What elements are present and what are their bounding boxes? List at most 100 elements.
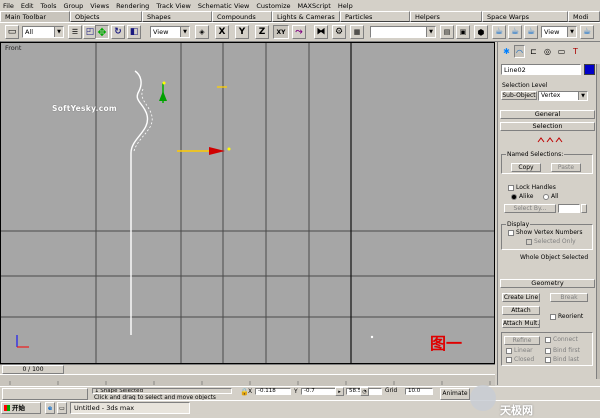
geometry-rollout[interactable]: Geometry	[500, 279, 595, 288]
render-scene-button[interactable]: ☕	[492, 25, 506, 39]
menu-maxscript[interactable]: MAXScript	[298, 2, 331, 10]
track-view-button[interactable]: ▤	[440, 25, 454, 39]
alike-label: Alike	[519, 193, 534, 200]
bind-first-checkbox[interactable]	[545, 348, 551, 354]
menu-customize[interactable]: Customize	[256, 2, 290, 10]
copy-button[interactable]: Copy	[511, 163, 541, 172]
motion-panel-icon[interactable]: ◎	[542, 45, 553, 58]
selection-rollout[interactable]: Selection	[500, 122, 595, 131]
select-by-button[interactable]: Select By...	[504, 204, 556, 213]
active-shade-button[interactable]: ☕	[580, 25, 594, 39]
render-viewport-dropdown[interactable]: View ▼	[541, 26, 577, 38]
alike-radio[interactable]	[511, 194, 517, 200]
menu-rendering[interactable]: Rendering	[116, 2, 149, 10]
taskbar-task-3dsmax[interactable]: Untitled - 3ds max	[70, 402, 190, 414]
menu-views[interactable]: Views	[90, 2, 109, 10]
all-radio[interactable]	[543, 194, 549, 200]
reference-coordinate-dropdown[interactable]: View ▼	[150, 26, 190, 38]
break-button[interactable]: Break	[550, 293, 588, 302]
quick-render-button[interactable]: ☕	[508, 25, 522, 39]
all-label: All	[551, 193, 559, 200]
pivot-center-button[interactable]: ◈	[195, 25, 209, 39]
tab-modifiers[interactable]: Modi	[568, 11, 600, 22]
sub-object-dropdown[interactable]: Vertex ▼	[538, 91, 588, 101]
quick-launch-desktop-button[interactable]: ▭	[57, 402, 67, 414]
align-button[interactable]: ⚙	[332, 25, 346, 39]
show-vertex-numbers-checkbox[interactable]	[508, 230, 514, 236]
select-and-rotate-button[interactable]: ↻	[111, 25, 125, 39]
object-color-swatch[interactable]	[584, 64, 595, 75]
animate-button[interactable]: Animate	[440, 388, 470, 400]
utilities-panel-icon[interactable]: T	[570, 45, 581, 58]
axis-z-button[interactable]: Z	[255, 25, 269, 39]
selected-only-checkbox[interactable]	[526, 239, 532, 245]
spinner-button[interactable]	[581, 204, 587, 213]
linear-checkbox[interactable]	[506, 348, 512, 354]
select-and-move-button[interactable]: ✥	[95, 25, 109, 39]
bind-last-checkbox[interactable]	[545, 357, 551, 363]
select-and-scale-button[interactable]: ◧	[127, 25, 141, 39]
menu-track-view[interactable]: Track View	[156, 2, 191, 10]
tab-lights-cameras[interactable]: Lights & Cameras	[272, 11, 340, 22]
create-line-button[interactable]: Create Line	[502, 293, 540, 302]
connect-checkbox[interactable]	[545, 337, 551, 343]
select-by-name-button[interactable]: ☰	[68, 25, 82, 39]
array-button[interactable]: ▦	[350, 25, 364, 39]
link-button[interactable]: ⤳	[292, 25, 306, 39]
quick-launch-ie-button[interactable]: e	[45, 402, 55, 414]
schematic-view-button[interactable]: ▣	[456, 25, 470, 39]
attach-mult-button[interactable]: Attach Mult.	[502, 319, 540, 328]
tab-particles[interactable]: Particles	[340, 11, 410, 22]
axis-y-button[interactable]: Y	[235, 25, 249, 39]
tab-main-toolbar[interactable]: Main Toolbar	[0, 11, 70, 22]
mirror-button[interactable]: ⧓	[314, 25, 328, 39]
closed-checkbox[interactable]	[506, 357, 512, 363]
hierarchy-panel-icon[interactable]: ⊏	[528, 45, 539, 58]
grid-spacing-field[interactable]: 10.0	[405, 388, 433, 395]
select-object-button[interactable]: ▭	[5, 25, 19, 39]
display-panel-icon[interactable]: ▭	[556, 45, 567, 58]
x-coordinate-field[interactable]: -0.118	[255, 388, 291, 395]
start-button[interactable]: 开始	[1, 402, 41, 414]
y-coordinate-field[interactable]: -0.7	[301, 388, 337, 395]
reorient-checkbox[interactable]	[550, 314, 556, 320]
general-rollout[interactable]: General	[500, 110, 595, 119]
menu-help[interactable]: Help	[338, 2, 353, 10]
track-bar[interactable]	[0, 374, 495, 386]
snap-toggle-button[interactable]: ▸	[335, 387, 344, 396]
time-slider[interactable]: 0 / 100	[0, 364, 495, 374]
modify-panel-icon[interactable]: ◠	[514, 45, 525, 58]
menu-tools[interactable]: Tools	[40, 2, 56, 10]
paste-button[interactable]: Paste	[551, 163, 581, 172]
tab-shapes[interactable]: Shapes	[142, 11, 212, 22]
object-name-field[interactable]: Line02	[501, 64, 581, 75]
menu-file[interactable]: File	[3, 2, 14, 10]
axis-xy-button[interactable]: XY	[273, 25, 289, 39]
create-panel-icon[interactable]: ✱	[501, 45, 512, 58]
viewport-label[interactable]: Front	[5, 44, 21, 52]
panel-scrollbar[interactable]	[596, 64, 600, 379]
tab-objects[interactable]: Objects	[70, 11, 142, 22]
menu-schematic-view[interactable]: Schematic View	[198, 2, 250, 10]
named-selection-dropdown[interactable]: ▼	[370, 26, 436, 38]
attach-button[interactable]: Attach	[502, 306, 540, 315]
menu-group[interactable]: Group	[64, 2, 84, 10]
selection-filter-dropdown[interactable]: All ▼	[22, 26, 64, 38]
material-editor-button[interactable]: ⬢	[474, 25, 488, 39]
tab-helpers[interactable]: Helpers	[410, 11, 482, 22]
maxscript-listener[interactable]	[2, 388, 88, 400]
time-slider-thumb[interactable]: 0 / 100	[2, 365, 64, 374]
angle-snap-button[interactable]: ◔	[360, 387, 369, 396]
lock-handles-checkbox[interactable]	[508, 185, 514, 191]
select-by-field[interactable]	[558, 204, 580, 213]
tab-space-warps[interactable]: Space Warps	[482, 11, 568, 22]
sub-object-button[interactable]: Sub-Object	[501, 91, 537, 100]
refine-button[interactable]: Refine	[504, 336, 540, 345]
axis-x-button[interactable]: X	[215, 25, 229, 39]
menu-edit[interactable]: Edit	[21, 2, 34, 10]
track-bar-ticks	[9, 381, 491, 385]
tab-compounds[interactable]: Compounds	[212, 11, 272, 22]
vertex-mode-icons[interactable]	[536, 136, 566, 144]
front-viewport[interactable]	[0, 42, 495, 364]
render-last-button[interactable]: ☕	[524, 25, 538, 39]
